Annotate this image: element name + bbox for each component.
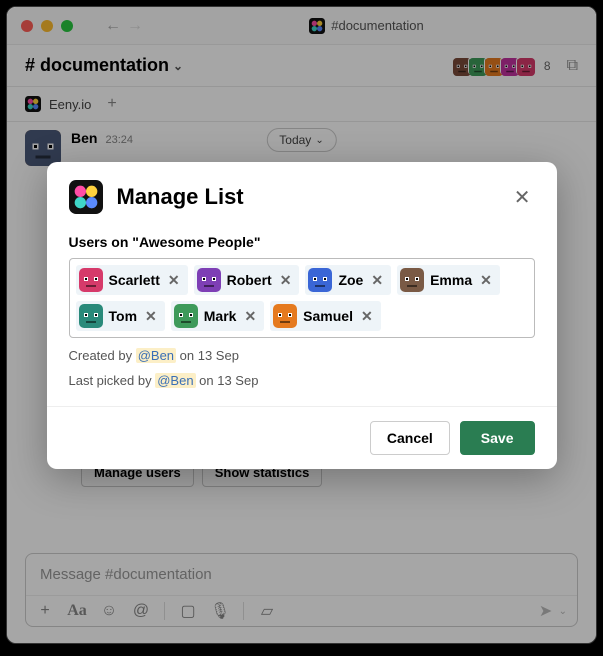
avatar (400, 268, 424, 292)
user-chip: Mark ✕ (171, 301, 264, 331)
remove-chip-icon[interactable]: ✕ (143, 308, 159, 325)
avatar (174, 304, 198, 328)
mention[interactable]: @Ben (155, 373, 195, 388)
user-chip-input[interactable]: Scarlett✕Robert✕Zoe✕Emma✕Tom✕Mark✕Samuel… (69, 258, 535, 338)
user-chip: Scarlett ✕ (76, 265, 188, 295)
avatar (79, 304, 103, 328)
created-by-line: Created by @Ben on 13 Sep (69, 348, 535, 363)
chip-label: Zoe (338, 272, 363, 288)
app-window: ← → #documentation # documentation ⌄ 8 ⧉… (6, 6, 597, 644)
chip-label: Mark (204, 308, 237, 324)
modal-subtitle: Users on "Awesome People" (69, 234, 535, 250)
eeny-logo-icon (69, 180, 103, 214)
close-icon[interactable]: ✕ (510, 181, 535, 214)
save-button[interactable]: Save (460, 421, 535, 455)
user-chip: Robert ✕ (194, 265, 300, 295)
modal-title: Manage List (117, 184, 244, 210)
chip-label: Tom (109, 308, 138, 324)
user-chip: Samuel ✕ (270, 301, 381, 331)
avatar (308, 268, 332, 292)
manage-list-modal: Manage List ✕ Users on "Awesome People" … (47, 162, 557, 469)
remove-chip-icon[interactable]: ✕ (369, 272, 385, 289)
remove-chip-icon[interactable]: ✕ (478, 272, 494, 289)
remove-chip-icon[interactable]: ✕ (242, 308, 258, 325)
user-chip: Zoe ✕ (305, 265, 391, 295)
cancel-button[interactable]: Cancel (370, 421, 450, 455)
chip-label: Samuel (303, 308, 353, 324)
chip-label: Scarlett (109, 272, 160, 288)
avatar (273, 304, 297, 328)
remove-chip-icon[interactable]: ✕ (278, 272, 294, 289)
mention[interactable]: @Ben (136, 348, 176, 363)
user-chip: Tom ✕ (76, 301, 165, 331)
chip-label: Robert (227, 272, 272, 288)
chip-label: Emma (430, 272, 472, 288)
remove-chip-icon[interactable]: ✕ (359, 308, 375, 325)
modal-overlay: Manage List ✕ Users on "Awesome People" … (7, 7, 596, 643)
avatar (197, 268, 221, 292)
remove-chip-icon[interactable]: ✕ (166, 272, 182, 289)
user-chip: Emma ✕ (397, 265, 500, 295)
avatar (79, 268, 103, 292)
last-picked-line: Last picked by @Ben on 13 Sep (69, 373, 535, 388)
